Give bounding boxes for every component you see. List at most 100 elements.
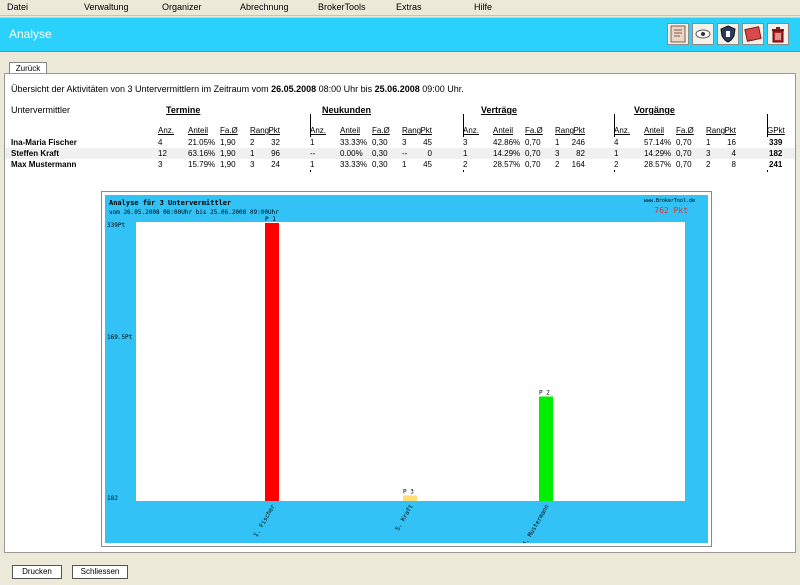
x-tick-label: S. Kraft xyxy=(394,503,415,532)
cell: -- xyxy=(310,149,316,158)
cell: 3 xyxy=(706,149,711,158)
x-tick-label: M. Mustermann xyxy=(521,503,551,543)
x-tick-label: I. Fischer xyxy=(253,503,277,538)
summary-from-time: 08:00 Uhr bis xyxy=(316,84,375,94)
bar-label: P 2 xyxy=(539,390,550,397)
col-header-pkt: Pkt xyxy=(573,126,585,135)
cell-pkt: 16 xyxy=(727,138,736,147)
shield-icon[interactable] xyxy=(717,23,739,45)
cell: 28.57% xyxy=(644,160,672,169)
tab-bar: Zurück xyxy=(0,56,800,75)
close-button[interactable]: Schliessen xyxy=(72,565,128,579)
col-header-2: Fa.Ø xyxy=(525,126,543,135)
cell: 3 xyxy=(158,160,163,169)
cell: 42.86% xyxy=(493,138,521,147)
bar-label: P 3 xyxy=(403,488,414,495)
bar-mmustermann xyxy=(539,396,553,501)
cell: 1 xyxy=(614,149,619,158)
cell-gpkt: 241 xyxy=(769,160,783,169)
col-header-0: Anz. xyxy=(614,126,631,135)
cell-pkt: 45 xyxy=(423,160,432,169)
col-header-2: Fa.Ø xyxy=(220,126,238,135)
menu-verwaltung[interactable]: Verwaltung xyxy=(84,2,129,12)
cell-pkt: 0 xyxy=(427,149,432,158)
summary-to-date: 25.06.2008 xyxy=(374,84,420,94)
menu-hilfe[interactable]: Hilfe xyxy=(474,2,492,12)
cell: 1 xyxy=(402,160,407,169)
chart-frame: Analyse für 3 Untervermittler vom 26.05.2… xyxy=(101,191,712,548)
cell: 1 xyxy=(310,138,315,147)
cell-pkt: 82 xyxy=(576,149,585,158)
cell: -- xyxy=(402,149,408,158)
col-header-2: Fa.Ø xyxy=(676,126,694,135)
cell: 1,90 xyxy=(220,160,236,169)
plot-area xyxy=(136,222,685,501)
col-header-0: Anz. xyxy=(158,126,175,135)
col-header-pkt: Pkt xyxy=(268,126,280,135)
summary-to-time: 09:00 Uhr. xyxy=(419,84,464,94)
cell: 1 xyxy=(555,138,560,147)
summary-prefix: Übersicht der Aktivitäten von 3 Unterver… xyxy=(11,84,272,94)
cell: 2 xyxy=(614,160,619,169)
menu-brokertools[interactable]: BrokerTools xyxy=(318,2,366,12)
cell: 2 xyxy=(555,160,560,169)
cell: 1 xyxy=(706,138,711,147)
svg-text:info: info xyxy=(748,38,753,42)
cell: 14.29% xyxy=(644,149,672,158)
cell: 15.79% xyxy=(188,160,216,169)
trash-icon[interactable] xyxy=(767,23,789,45)
bar-ifischer xyxy=(265,223,279,501)
cell: 1 xyxy=(310,160,315,169)
cell-gpkt: 339 xyxy=(769,138,783,147)
col-header-pkt: Pkt xyxy=(420,126,432,135)
chart-brand: www.BrokerTool.de xyxy=(644,198,695,204)
cell: 0,70 xyxy=(525,160,541,169)
page-title: Analyse xyxy=(9,27,52,41)
cell: 0,70 xyxy=(676,149,692,158)
print-button[interactable]: Drucken xyxy=(12,565,62,579)
eye-icon[interactable] xyxy=(692,23,714,45)
cell: 3 xyxy=(463,138,468,147)
group-header-termine: Termine xyxy=(166,105,201,115)
name-column-header: Untervermittler xyxy=(11,105,71,115)
cell-pkt: 45 xyxy=(423,138,432,147)
cell: 0,30 xyxy=(372,160,388,169)
chart-subtitle: vom 26.05.2008 08:00Uhr bis 25.06.2008 0… xyxy=(109,209,279,216)
cell: 0,70 xyxy=(525,149,541,158)
menu-abrechnung[interactable]: Abrechnung xyxy=(240,2,289,12)
col-header-1: Anteil xyxy=(493,126,514,135)
cell-pkt: 4 xyxy=(731,149,736,158)
col-header-1: Anteil xyxy=(340,126,361,135)
cell-pkt: 24 xyxy=(271,160,280,169)
menu-organizer[interactable]: Organizer xyxy=(162,2,202,12)
card-icon[interactable]: info xyxy=(742,23,764,45)
cell: 0,70 xyxy=(676,138,692,147)
row-name: Steffen Kraft xyxy=(11,149,60,158)
cell: 0.00% xyxy=(340,149,363,158)
menu-datei[interactable]: Datei xyxy=(7,2,28,12)
bottom-bar: Drucken Schliessen xyxy=(0,557,800,585)
cell: 33.33% xyxy=(340,138,368,147)
group-header-neukunden: Neukunden xyxy=(322,105,372,115)
cell: 28.57% xyxy=(493,160,521,169)
cell: 57.14% xyxy=(644,138,672,147)
cell: 3 xyxy=(555,149,560,158)
y-tick-label: 339Pt xyxy=(107,222,125,229)
cell: 2 xyxy=(706,160,711,169)
document-icon[interactable] xyxy=(667,23,689,45)
bar-skraft xyxy=(403,495,417,501)
row-name: Max Mustermann xyxy=(11,160,77,169)
cell-pkt: 8 xyxy=(731,160,736,169)
y-tick-label: 182 xyxy=(107,495,118,502)
cell: 1 xyxy=(463,149,468,158)
col-header-pkt: Pkt xyxy=(724,126,736,135)
menu-extras[interactable]: Extras xyxy=(396,2,422,12)
cell: 1,90 xyxy=(220,138,236,147)
group-header-vorgänge: Vorgänge xyxy=(634,105,675,115)
cell: 14.29% xyxy=(493,149,521,158)
y-tick-label: 169.5Pt xyxy=(107,334,133,341)
cell: 1 xyxy=(250,149,255,158)
cell-pkt: 32 xyxy=(271,138,280,147)
title-bar: Analyse info xyxy=(0,17,800,52)
cell-pkt: 164 xyxy=(571,160,585,169)
